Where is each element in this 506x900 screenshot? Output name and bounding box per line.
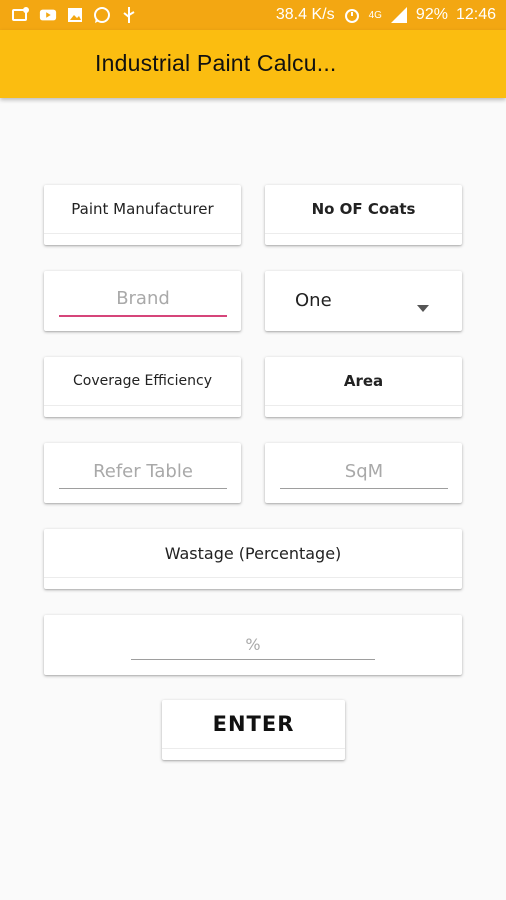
- coverage-efficiency-card: Coverage Efficiency: [44, 357, 241, 417]
- app-bar: Industrial Paint Calcu...: [0, 30, 506, 98]
- brand-input[interactable]: Brand: [59, 288, 227, 309]
- clock: 12:46: [455, 6, 496, 23]
- coverage-input-underline: [59, 488, 227, 489]
- wastage-input[interactable]: %: [131, 635, 375, 654]
- alarm-icon: [343, 6, 361, 24]
- divider: [265, 405, 462, 406]
- app-title: Industrial Paint Calcu...: [95, 50, 337, 76]
- coats-dropdown[interactable]: One: [265, 271, 462, 331]
- wastage-card: Wastage (Percentage): [44, 529, 462, 589]
- coverage-input[interactable]: Refer Table: [59, 461, 227, 482]
- youtube-icon: [39, 6, 57, 24]
- battery-level: 92%: [415, 6, 448, 23]
- signal-icon: [390, 6, 408, 24]
- divider: [162, 748, 345, 749]
- enter-button-label: ENTER: [212, 712, 295, 736]
- divider: [44, 405, 241, 406]
- network-speed: 38.4 K/s: [275, 6, 335, 23]
- network-type: 4G: [368, 9, 382, 21]
- wastage-placeholder: %: [245, 635, 261, 654]
- enter-button[interactable]: ENTER: [162, 700, 345, 760]
- status-bar: 38.4 K/s 4G 92% 12:46: [0, 0, 506, 30]
- whatsapp-icon: [93, 6, 111, 24]
- brand-input-underline: [59, 315, 227, 317]
- coats-selected-value: One: [295, 290, 332, 311]
- usb-icon: [120, 6, 138, 24]
- mail-alert-icon: [12, 6, 30, 24]
- dropdown-arrow-icon: [417, 297, 429, 316]
- no-of-coats-label: No OF Coats: [311, 200, 416, 218]
- divider: [265, 233, 462, 234]
- area-input[interactable]: SqM: [280, 461, 448, 482]
- divider: [44, 577, 462, 578]
- brand-card: Brand: [44, 271, 241, 331]
- area-input-underline: [280, 488, 448, 489]
- no-of-coats-card: No OF Coats: [265, 185, 462, 245]
- area-placeholder: SqM: [344, 461, 384, 482]
- coverage-placeholder: Refer Table: [93, 461, 193, 482]
- brand-placeholder: Brand: [116, 288, 170, 309]
- wastage-label: Wastage (Percentage): [164, 543, 342, 563]
- wastage-input-card: %: [44, 615, 462, 675]
- paint-manufacturer-label: Paint Manufacturer: [71, 200, 214, 218]
- divider: [44, 233, 241, 234]
- area-label: Area: [343, 372, 384, 390]
- coverage-efficiency-label: Coverage Efficiency: [73, 373, 212, 389]
- wastage-input-underline: [131, 659, 375, 660]
- area-card: Area: [265, 357, 462, 417]
- paint-manufacturer-card: Paint Manufacturer: [44, 185, 241, 245]
- area-input-card: SqM: [265, 443, 462, 503]
- gallery-icon: [66, 6, 84, 24]
- coverage-card: Refer Table: [44, 443, 241, 503]
